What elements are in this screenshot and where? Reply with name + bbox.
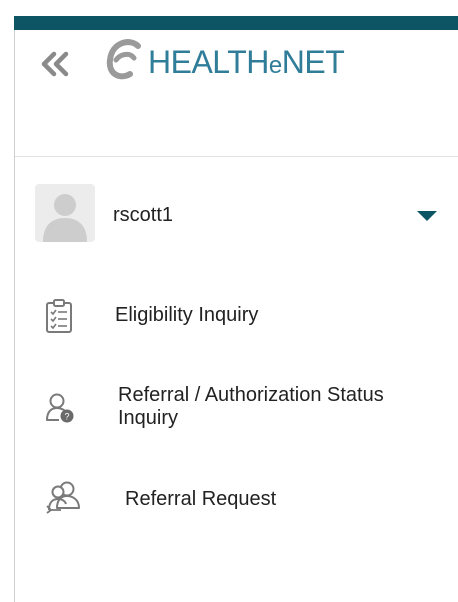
caret-down-icon: [409, 211, 445, 234]
user-placeholder-icon: [35, 194, 95, 242]
menu-item-label: Eligibility Inquiry: [115, 304, 259, 326]
double-chevron-left-icon: [36, 51, 76, 88]
menu-item-eligibility-inquiry[interactable]: Eligibility Inquiry: [15, 286, 458, 346]
user-question-icon: ?: [45, 392, 75, 429]
users-arrow-icon: [45, 480, 85, 519]
menu-item-label: Referral / Authorization Status Inquiry: [118, 384, 384, 429]
logo-mark-icon: [104, 36, 144, 89]
collapse-sidebar-button[interactable]: [36, 44, 76, 84]
menu-item-referral-request[interactable]: Referral Request: [15, 470, 458, 528]
logo-text-suffix: NET: [281, 43, 345, 80]
top-margin: [0, 0, 458, 12]
avatar: [35, 184, 95, 242]
logo-text-prefix: HEALTH: [148, 43, 269, 80]
logo-text-e: e: [268, 51, 282, 79]
user-menu-dropdown-button[interactable]: [409, 200, 445, 230]
clipboard-checklist-icon: [45, 298, 73, 339]
top-brand-bar: [14, 16, 458, 30]
user-profile-row[interactable]: rscott1: [15, 170, 458, 254]
username: rscott1: [113, 204, 174, 226]
app-page: HEALTHeNET rscott1 Eligibility Inquiry ?…: [0, 0, 458, 602]
svg-text:?: ?: [64, 412, 69, 422]
menu-item-label: Referral Request: [125, 488, 277, 510]
healthenet-logo[interactable]: HEALTHeNET: [104, 36, 345, 89]
logo-wordmark: HEALTHeNET: [148, 43, 345, 81]
menu-item-referral-authorization-status-inquiry[interactable]: ? Referral / Authorization Status Inquir…: [15, 374, 458, 444]
